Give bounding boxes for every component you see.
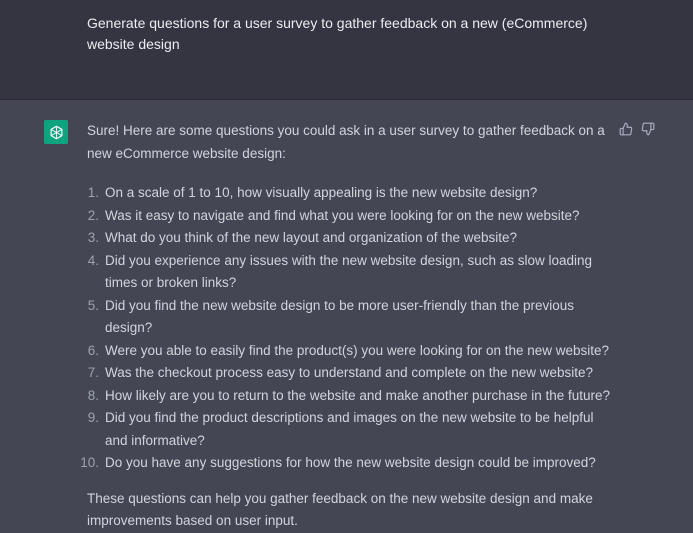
response-intro: Sure! Here are some questions you could … bbox=[87, 123, 605, 161]
list-item: 4. Did you experience any issues with the… bbox=[87, 250, 617, 295]
list-number: 8. bbox=[87, 387, 99, 403]
list-item: 3. What do you think of the new layout an… bbox=[87, 227, 617, 250]
list-item-text: Did you find the new website design to b… bbox=[105, 297, 575, 336]
question-list: 1. On a scale of 1 to 10, how visually ap… bbox=[80, 182, 617, 475]
list-item: 7. Was the checkout process easy to under… bbox=[87, 362, 617, 385]
list-number: 1. bbox=[87, 185, 99, 200]
list-item-text: What do you think of the new layout and … bbox=[105, 230, 518, 245]
list-number: 6. bbox=[87, 342, 99, 358]
thumbs-up-icon[interactable] bbox=[619, 122, 633, 136]
feedback-buttons bbox=[619, 122, 655, 136]
list-number: 3. bbox=[87, 230, 99, 245]
list-number: 5. bbox=[87, 297, 99, 313]
list-item-text: On a scale of 1 to 10, how visually appe… bbox=[105, 185, 538, 200]
list-number: 7. bbox=[87, 365, 99, 380]
list-item-text: Was the checkout process easy to underst… bbox=[105, 365, 594, 380]
list-item-text: Did you find the product descriptions an… bbox=[105, 410, 594, 448]
list-item: 8. How likely are you to return to the we… bbox=[87, 385, 617, 408]
list-item-text: Were you able to easily find the product… bbox=[105, 342, 610, 358]
list-number: 2. bbox=[87, 207, 99, 223]
list-number: 10. bbox=[80, 455, 99, 470]
list-item: 2. Was it easy to navigate and find what … bbox=[87, 205, 617, 228]
assistant-message: Sure! Here are some questions you could … bbox=[0, 100, 693, 528]
list-item: 9. Did you find the product descriptions … bbox=[87, 407, 617, 452]
thumbs-down-icon[interactable] bbox=[641, 122, 655, 136]
list-number: 9. bbox=[87, 410, 99, 425]
list-number: 4. bbox=[87, 252, 99, 268]
list-item-text: Did you experience any issues with the n… bbox=[105, 252, 593, 291]
list-item: 1. On a scale of 1 to 10, how visually ap… bbox=[87, 182, 617, 205]
list-item: 5. Did you find the new website design to… bbox=[87, 295, 617, 340]
chatgpt-logo-icon bbox=[44, 120, 68, 144]
list-item-text: How likely are you to return to the webs… bbox=[105, 387, 611, 403]
list-item: 10. Do you have any suggestions for how t… bbox=[80, 452, 617, 475]
user-message: Generate questions for a user survey to … bbox=[0, 0, 693, 100]
assistant-message-content: Sure! Here are some questions you could … bbox=[80, 120, 617, 533]
list-item-text: Was it easy to navigate and find what yo… bbox=[105, 207, 580, 223]
list-item: 6. Were you able to easily find the produ… bbox=[87, 340, 617, 363]
user-message-text: Generate questions for a user survey to … bbox=[87, 15, 588, 52]
list-item-text: Do you have any suggestions for how the … bbox=[105, 455, 596, 470]
response-outro: These questions can help you gather feed… bbox=[87, 490, 593, 529]
